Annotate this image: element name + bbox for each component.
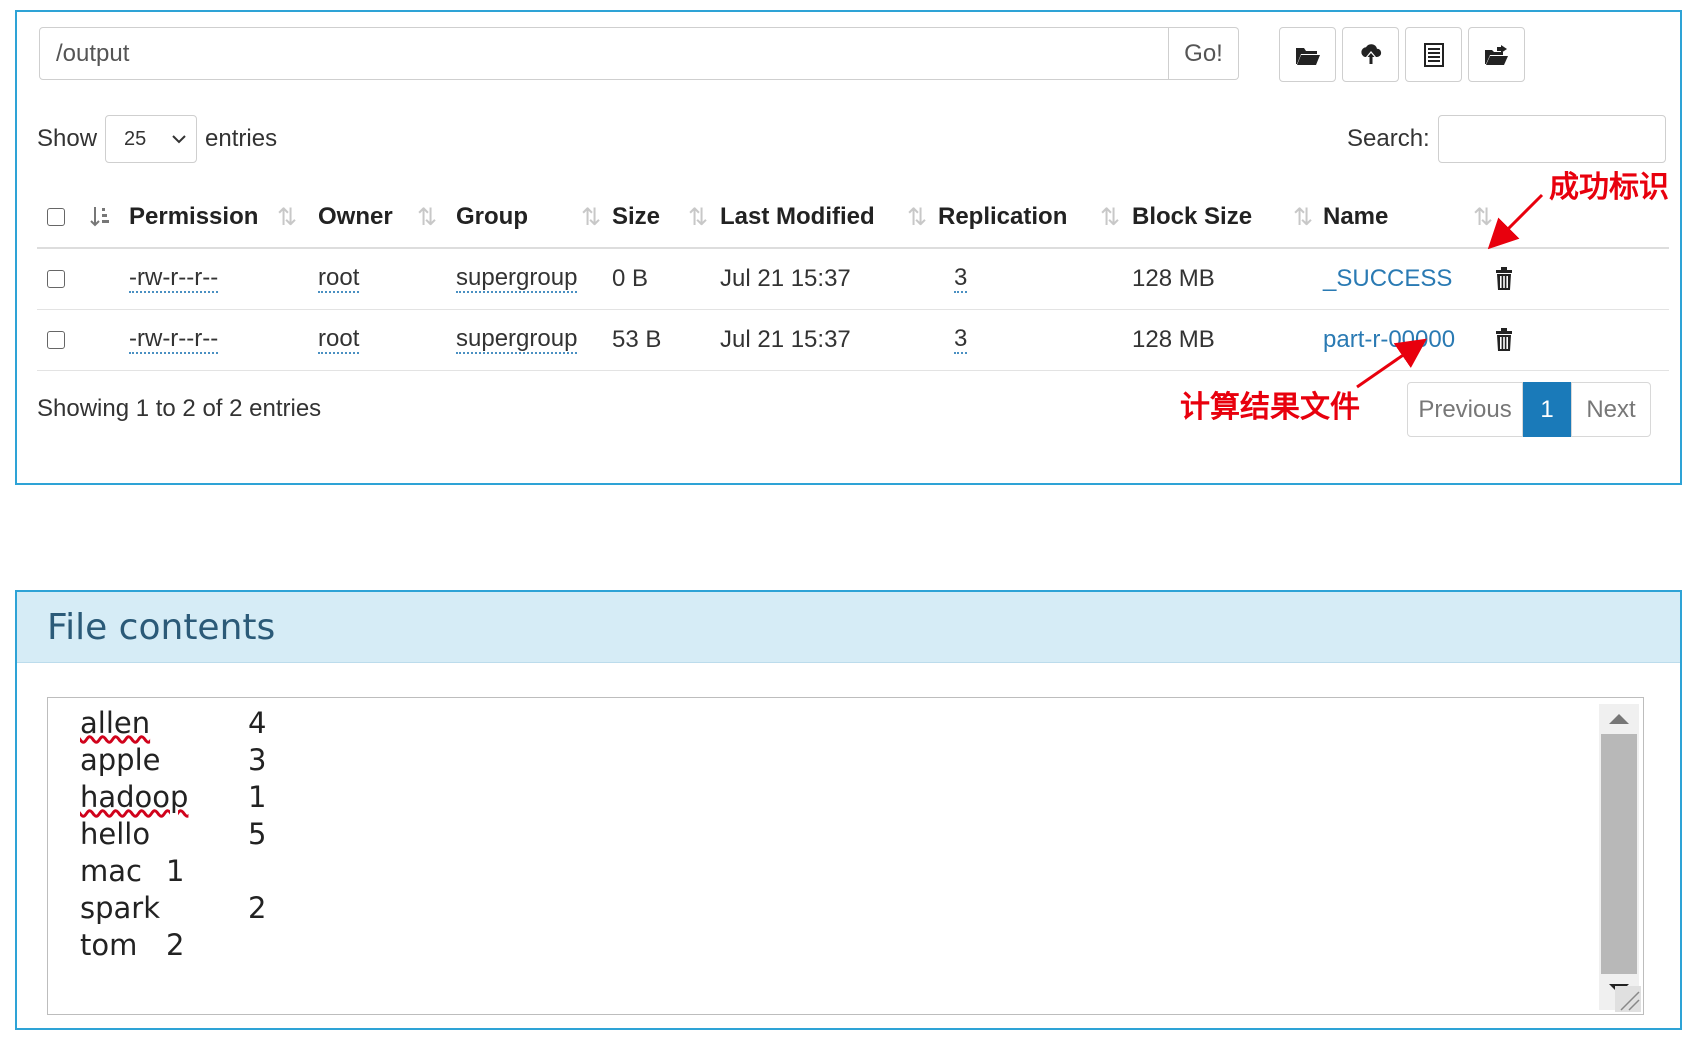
size-value: 0 B bbox=[612, 265, 649, 292]
sort-icon[interactable]: ⇅ bbox=[277, 187, 297, 247]
content-line: mac 1 bbox=[80, 854, 185, 888]
upload-icon bbox=[1360, 43, 1381, 65]
resize-handle-icon[interactable] bbox=[1615, 986, 1641, 1012]
group-value[interactable]: supergroup bbox=[456, 325, 578, 355]
trash-icon bbox=[1496, 328, 1512, 351]
entries-label: entries bbox=[205, 125, 278, 152]
list-button[interactable] bbox=[1405, 27, 1462, 82]
modified-value: Jul 21 15:37 bbox=[720, 265, 851, 292]
header-owner[interactable]: Owner bbox=[318, 187, 393, 247]
sort-icon[interactable]: ⇅ bbox=[1100, 187, 1120, 247]
table-header-row: Permission ⇅ Owner ⇅ Group ⇅ Size ⇅ Last… bbox=[37, 187, 1669, 249]
content-line: hadoop 1 bbox=[80, 780, 267, 814]
chevron-down-icon bbox=[172, 135, 186, 144]
path-input[interactable] bbox=[39, 27, 1169, 80]
size-value: 53 B bbox=[612, 326, 662, 353]
delete-button[interactable] bbox=[1495, 310, 1513, 370]
block-size-value: 128 MB bbox=[1132, 326, 1215, 353]
file-name-link[interactable]: part-r-00000 bbox=[1323, 310, 1455, 370]
file-table: Permission ⇅ Owner ⇅ Group ⇅ Size ⇅ Last… bbox=[37, 187, 1669, 371]
row-checkbox[interactable] bbox=[47, 331, 65, 349]
content-line: tom 2 bbox=[80, 928, 185, 962]
search-label: Search: bbox=[1347, 125, 1430, 152]
table-row: -rw-r--r-- root supergroup 0 B Jul 21 15… bbox=[37, 249, 1669, 310]
table-row: -rw-r--r-- root supergroup 53 B Jul 21 1… bbox=[37, 310, 1669, 371]
page-1-button[interactable]: 1 bbox=[1523, 382, 1571, 437]
list-icon bbox=[1423, 42, 1444, 67]
scroll-thumb[interactable] bbox=[1601, 734, 1637, 974]
next-button[interactable]: Next bbox=[1571, 382, 1651, 437]
search-control: Search: bbox=[1347, 115, 1666, 163]
modified-value: Jul 21 15:37 bbox=[720, 326, 851, 353]
sort-icon[interactable]: ⇅ bbox=[1293, 187, 1313, 247]
replication-value[interactable]: 3 bbox=[954, 325, 968, 355]
file-contents-textarea[interactable]: allen 4 apple 3 hadoop 1 hello 5 mac 1 spark 2… bbox=[47, 697, 1644, 1015]
go-button[interactable]: Go! bbox=[1169, 27, 1239, 80]
previous-button[interactable]: Previous bbox=[1407, 382, 1523, 437]
owner-value[interactable]: root bbox=[318, 325, 360, 355]
trash-icon bbox=[1496, 267, 1512, 290]
search-input[interactable] bbox=[1437, 115, 1666, 163]
content-line: hello 5 bbox=[80, 817, 267, 851]
vertical-scrollbar[interactable] bbox=[1599, 704, 1639, 1010]
header-last-modified[interactable]: Last Modified bbox=[720, 187, 875, 247]
content-line: allen 4 bbox=[80, 706, 267, 740]
select-all-checkbox[interactable] bbox=[47, 208, 65, 226]
path-bar: Go! bbox=[39, 27, 1239, 82]
sort-icon[interactable]: ⇅ bbox=[1473, 187, 1493, 247]
delete-button[interactable] bbox=[1495, 249, 1513, 309]
header-replication[interactable]: Replication bbox=[938, 187, 1067, 247]
move-button[interactable] bbox=[1468, 27, 1525, 82]
pagination: Previous 1 Next bbox=[1407, 382, 1651, 437]
content-line: spark 2 bbox=[80, 891, 267, 925]
file-contents-panel: File contents allen 4 apple 3 hadoop 1 hell… bbox=[15, 590, 1682, 1030]
file-name-link[interactable]: _SUCCESS bbox=[1323, 249, 1452, 309]
block-size-value: 128 MB bbox=[1132, 265, 1215, 292]
select-all-cell bbox=[47, 187, 65, 247]
create-directory-button[interactable] bbox=[1279, 27, 1336, 82]
replication-value[interactable]: 3 bbox=[954, 264, 968, 294]
sort-icon[interactable]: ⇅ bbox=[417, 187, 437, 247]
show-label: Show bbox=[37, 125, 98, 152]
table-info: Showing 1 to 2 of 2 entries bbox=[37, 395, 322, 422]
success-annotation: 成功标识 bbox=[1549, 170, 1669, 205]
row-checkbox[interactable] bbox=[47, 270, 65, 288]
result-annotation: 计算结果文件 bbox=[1180, 390, 1360, 425]
toolbar bbox=[1279, 27, 1525, 82]
group-value[interactable]: supergroup bbox=[456, 264, 578, 294]
header-name[interactable]: Name bbox=[1323, 187, 1388, 247]
entries-select-value: 25 bbox=[124, 127, 147, 150]
permission-value[interactable]: -rw-r--r-- bbox=[129, 264, 219, 294]
content-line: apple 3 bbox=[80, 743, 267, 777]
entries-length-control: Show 25 entries bbox=[37, 115, 277, 163]
move-icon bbox=[1484, 44, 1508, 65]
entries-select[interactable]: 25 bbox=[105, 115, 198, 163]
upload-button[interactable] bbox=[1342, 27, 1399, 82]
file-contents-title: File contents bbox=[17, 592, 1680, 663]
sort-icon[interactable]: ⇅ bbox=[688, 187, 708, 247]
header-permission[interactable]: Permission bbox=[129, 187, 258, 247]
owner-value[interactable]: root bbox=[318, 264, 360, 294]
header-block-size[interactable]: Block Size bbox=[1132, 187, 1252, 247]
permission-value[interactable]: -rw-r--r-- bbox=[129, 325, 219, 355]
sort-icon[interactable]: ⇅ bbox=[581, 187, 601, 247]
sort-icon[interactable]: ⇅ bbox=[907, 187, 927, 247]
folder-open-icon bbox=[1295, 47, 1320, 65]
header-group[interactable]: Group bbox=[456, 187, 528, 247]
header-size[interactable]: Size bbox=[612, 187, 660, 247]
sort-asc-icon[interactable] bbox=[89, 187, 111, 247]
file-browser-panel: Go! bbox=[15, 10, 1682, 485]
